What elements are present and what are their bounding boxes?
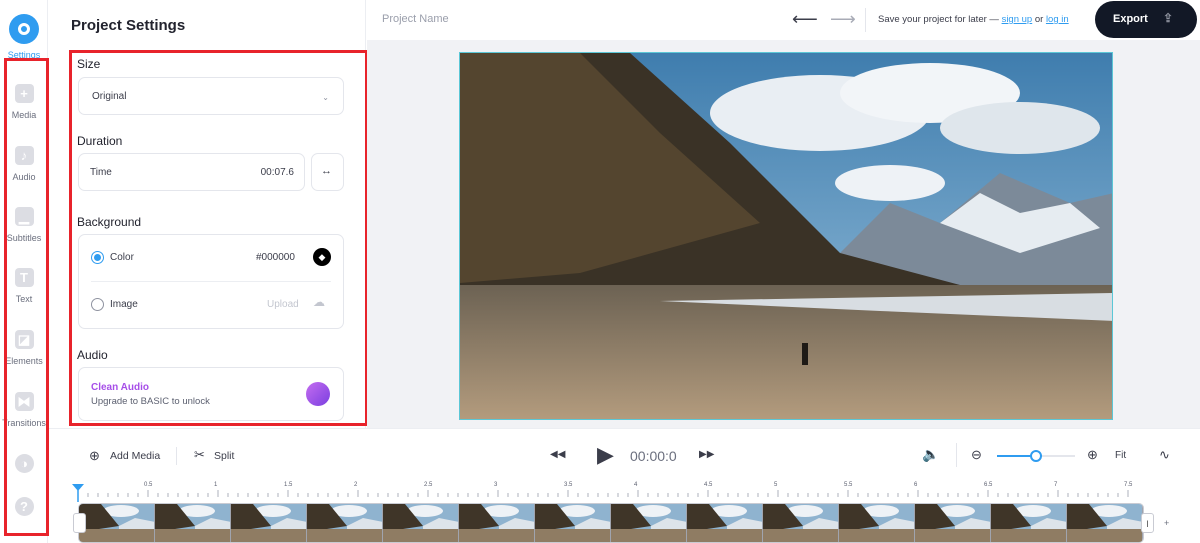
- redo-icon[interactable]: ⟶: [830, 9, 856, 30]
- volume-icon[interactable]: 🔈: [922, 446, 939, 463]
- annotation-box-panel: [69, 50, 368, 426]
- divider: [865, 8, 866, 32]
- clip-thumbnail: [459, 504, 535, 542]
- ruler-tick-label: 2: [354, 482, 358, 488]
- clip-thumbnail: [535, 504, 611, 542]
- clip-thumbnail: [231, 504, 307, 542]
- scissors-icon: ✂: [194, 447, 205, 462]
- ruler-tick-label: 6.5: [984, 482, 993, 488]
- playback-time: 00:00:0: [630, 448, 677, 464]
- ruler-tick-label: 1.5: [284, 482, 293, 488]
- clip-thumbnail: [763, 504, 839, 542]
- video-track-clip[interactable]: [78, 503, 1144, 543]
- clip-thumbnail: [611, 504, 687, 542]
- ruler-tick-label: 7.5: [1124, 482, 1133, 488]
- waveform-icon[interactable]: ∿: [1159, 447, 1170, 463]
- project-name-input[interactable]: Project Name: [382, 13, 449, 25]
- ruler-tick-label: 3.5: [564, 482, 573, 488]
- timeline-ruler[interactable]: [49, 482, 1200, 502]
- divider: [956, 443, 957, 467]
- clip-thumbnail: [383, 504, 459, 542]
- clip-thumbnail: [307, 504, 383, 542]
- mountain-landscape-image: [460, 53, 1112, 419]
- ruler-tick-label: 5: [774, 482, 778, 488]
- split-button[interactable]: Split: [214, 450, 234, 462]
- zoom-in-icon[interactable]: ⊕: [1087, 447, 1098, 463]
- settings-icon: [9, 14, 39, 44]
- upload-icon: ⇪: [1163, 11, 1174, 25]
- divider: [176, 447, 177, 465]
- ruler-tick-label: 5.5: [844, 482, 853, 488]
- fit-button[interactable]: Fit: [1115, 450, 1126, 461]
- clip-thumbnail: [915, 504, 991, 542]
- panel-title: Project Settings: [71, 17, 186, 34]
- clip-thumbnail: [991, 504, 1067, 542]
- preview-canvas: [367, 40, 1200, 428]
- skip-forward-icon[interactable]: ▶▶: [699, 449, 714, 460]
- clip-thumbnail: [1067, 504, 1143, 542]
- ruler-tick-label: 4.5: [704, 482, 713, 488]
- zoom-slider-handle[interactable]: [1030, 450, 1042, 462]
- clip-start-handle[interactable]: [73, 513, 86, 533]
- export-label: Export: [1113, 13, 1148, 25]
- sign-up-link[interactable]: sign up: [1002, 14, 1033, 25]
- save-project-message: Save your project for later — sign up or…: [878, 14, 1069, 25]
- clip-thumbnail: [79, 504, 155, 542]
- annotation-box-sidebar: [4, 58, 49, 536]
- playhead-marker[interactable]: [72, 484, 84, 491]
- video-preview[interactable]: [459, 52, 1113, 420]
- clip-thumbnail: [155, 504, 231, 542]
- zoom-out-icon[interactable]: ⊖: [971, 447, 982, 463]
- sidebar-item-settings[interactable]: Settings: [0, 14, 48, 60]
- undo-icon[interactable]: ⟵: [792, 9, 818, 30]
- clip-thumbnail: [687, 504, 763, 542]
- timeline: 0.5 1 1.5 2 2.5 3 3.5 4 4.5 5 5.5 6 6.5 7 7.5 I +: [49, 482, 1200, 543]
- add-media-button[interactable]: Add Media: [110, 450, 160, 462]
- ruler-tick-label: 3: [494, 482, 498, 488]
- add-media-icon: ⊕: [89, 448, 100, 463]
- playback-controls: ⊕ Add Media ✂ Split ◀◀ ▶ 00:00:0 ▶▶ 🔈 ⊖ …: [49, 428, 1200, 482]
- clip-end-handle[interactable]: I: [1141, 513, 1154, 533]
- or-text: or: [1032, 14, 1046, 25]
- export-button[interactable]: Export ⇪: [1095, 1, 1197, 38]
- top-bar: Project Name ⟵ ⟶ Save your project for l…: [367, 0, 1200, 40]
- clip-thumbnail: [839, 504, 915, 542]
- zoom-slider-track[interactable]: [997, 450, 1075, 462]
- skip-back-icon[interactable]: ◀◀: [550, 449, 565, 460]
- ruler-tick-label: 4: [634, 482, 638, 488]
- save-prefix-text: Save your project for later —: [878, 14, 1002, 25]
- ruler-tick-label: 0.5: [144, 482, 153, 488]
- log-in-link[interactable]: log in: [1046, 14, 1069, 25]
- play-icon[interactable]: ▶: [597, 442, 614, 468]
- ruler-tick-label: 6: [914, 482, 918, 488]
- ruler-tick-label: 7: [1054, 482, 1058, 488]
- ruler-tick-label: 2.5: [424, 482, 433, 488]
- add-track-button[interactable]: +: [1164, 518, 1169, 528]
- ruler-tick-label: 1: [214, 482, 218, 488]
